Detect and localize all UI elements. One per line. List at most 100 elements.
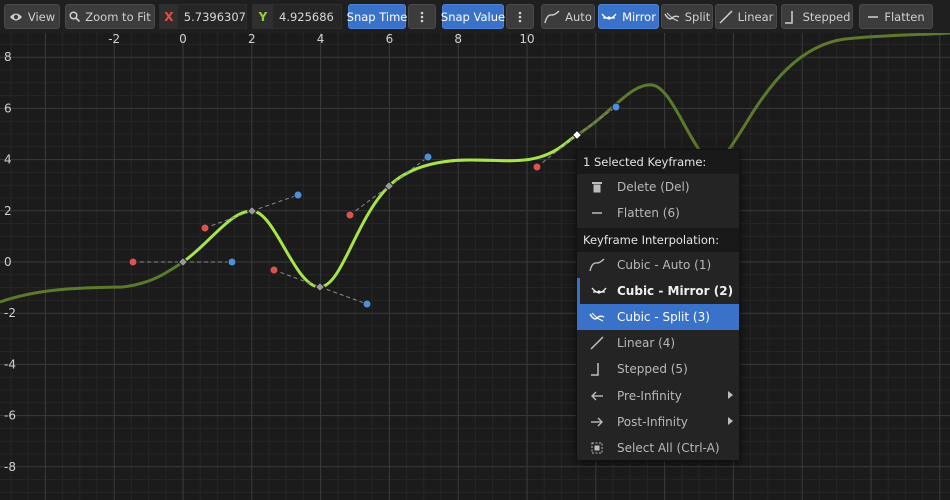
mirror-tangent-icon (580, 278, 617, 304)
snap-time-label: Snap Time (346, 9, 408, 24)
snap-value-button[interactable]: Snap Value (440, 4, 506, 29)
y-tick-label: -6 (4, 409, 16, 423)
stepped-label: Stepped (802, 9, 851, 24)
y-tick-label: 8 (4, 50, 12, 64)
trash-icon (577, 174, 617, 200)
y-tick-label: 4 (4, 153, 12, 167)
tangent-handle-out (293, 190, 303, 200)
snap-time-button[interactable]: Snap Time (346, 4, 408, 29)
select-all-icon (577, 435, 617, 461)
keyframe (314, 281, 326, 293)
x-tick-label: 0 (179, 33, 187, 46)
submenu-arrow-icon (728, 391, 733, 399)
kebab-icon (518, 11, 522, 22)
y-tick-label: 2 (4, 204, 12, 218)
auto-tangent-icon (544, 10, 560, 23)
menu-item-label: Cubic - Auto (1) (617, 258, 712, 272)
y-tick-label: -8 (4, 460, 16, 474)
auto-label: Auto (565, 9, 592, 24)
tangent-line-out (388, 156, 429, 187)
menu-item-select-all[interactable]: Select All (Ctrl-A) (577, 435, 739, 461)
menu-item-label: Flatten (6) (617, 206, 680, 220)
x-tick-label: 8 (454, 33, 462, 46)
x-tick-label: 2 (248, 33, 256, 46)
tangent-handle-in (200, 223, 210, 233)
auto-tangent-icon (577, 252, 617, 278)
curve-graph-canvas[interactable]: -2 0 2 4 6 8 10 8 6 4 2 0 -2 -4 -6 -8 (0, 33, 950, 500)
tangent-line-in (204, 210, 253, 229)
toolbar: View Zoom to Fit X 5.7396307 Y 4.925686 … (0, 0, 950, 33)
tangent-handle-out (611, 102, 621, 112)
x-tick-label: 6 (386, 33, 394, 46)
x-tick-label: 10 (519, 33, 534, 46)
eye-icon (9, 13, 22, 20)
arrow-left-icon (577, 383, 617, 409)
split-tangent-icon (577, 304, 617, 330)
zoom-label: Zoom to Fit (85, 9, 151, 24)
y-tick-label: -2 (4, 306, 16, 320)
auto-tangent-button[interactable]: Auto (541, 4, 595, 29)
stepped-icon (577, 356, 617, 382)
snap-value-options-button[interactable] (506, 4, 534, 29)
tangent-handle-out (227, 257, 237, 267)
keyframe (246, 205, 258, 217)
tangent-line-out (319, 286, 368, 305)
menu-item-label: Select All (Ctrl-A) (617, 441, 720, 455)
magnifier-icon (69, 11, 81, 22)
kebab-icon (420, 11, 424, 22)
y-tick-label: -4 (4, 357, 16, 371)
menu-item-label: Post-Infinity (617, 415, 688, 429)
x-tick-label: 4 (317, 33, 325, 46)
snap-value-label: Snap Value (440, 9, 506, 24)
menu-item-post-infinity[interactable]: Post-Infinity (577, 409, 739, 435)
snap-time-options-button[interactable] (408, 4, 436, 29)
menu-item-flatten[interactable]: Flatten (6) (577, 200, 739, 226)
context-menu: 1 Selected Keyframe: Delete (Del) Flatte… (576, 149, 740, 461)
menu-item-cubic-auto[interactable]: Cubic - Auto (1) (577, 252, 739, 278)
view-button[interactable]: View (4, 4, 60, 29)
menu-header-selected: 1 Selected Keyframe: (577, 150, 739, 174)
menu-item-delete[interactable]: Delete (Del) (577, 174, 739, 200)
y-coordinate-field[interactable]: Y 4.925686 (252, 4, 342, 29)
zoom-to-fit-button[interactable]: Zoom to Fit (65, 4, 155, 29)
mirror-tangent-button[interactable]: Mirror (598, 4, 659, 29)
y-value: 4.925686 (279, 9, 334, 24)
linear-button[interactable]: Linear (715, 4, 777, 29)
y-tick-label: 6 (4, 101, 12, 115)
split-tangent-button[interactable]: Split (661, 4, 713, 29)
tangent-line-out (251, 194, 299, 212)
mirror-label: Mirror (622, 9, 656, 24)
flatten-icon (577, 200, 617, 226)
x-coordinate-field[interactable]: X 5.7396307 (159, 4, 247, 29)
menu-item-cubic-split[interactable]: Cubic - Split (3) (577, 304, 739, 330)
y-tag: Y (253, 5, 273, 28)
tangent-handle-in (128, 257, 138, 267)
x-tag: X (160, 5, 178, 28)
tangent-handle-out (362, 299, 372, 309)
tangent-handle-in (532, 162, 542, 172)
menu-header-interpolation: Keyframe Interpolation: (577, 228, 739, 252)
flatten-label: Flatten (884, 9, 925, 24)
mirror-tangent-icon (601, 13, 617, 20)
submenu-arrow-icon (728, 417, 733, 425)
x-value: 5.7396307 (183, 9, 246, 24)
menu-item-label: Linear (4) (617, 336, 676, 350)
flatten-icon (868, 15, 879, 18)
stepped-icon (784, 10, 793, 24)
y-tick-label: 0 (4, 255, 12, 269)
menu-item-pre-infinity[interactable]: Pre-Infinity (577, 383, 739, 409)
flatten-button[interactable]: Flatten (859, 4, 933, 29)
arrow-right-icon (577, 409, 617, 435)
x-tick-label: -2 (108, 33, 120, 46)
linear-icon (577, 330, 617, 356)
tangent-handle-out (423, 152, 433, 162)
view-label: View (27, 9, 56, 24)
menu-item-cubic-mirror[interactable]: Cubic - Mirror (2) (577, 278, 739, 304)
stepped-button[interactable]: Stepped (781, 4, 853, 29)
split-tangent-icon (664, 12, 680, 21)
menu-item-stepped[interactable]: Stepped (5) (577, 356, 739, 382)
menu-item-label: Cubic - Split (3) (617, 310, 710, 324)
menu-item-linear[interactable]: Linear (4) (577, 330, 739, 356)
linear-icon (719, 9, 733, 24)
linear-label: Linear (737, 9, 774, 24)
